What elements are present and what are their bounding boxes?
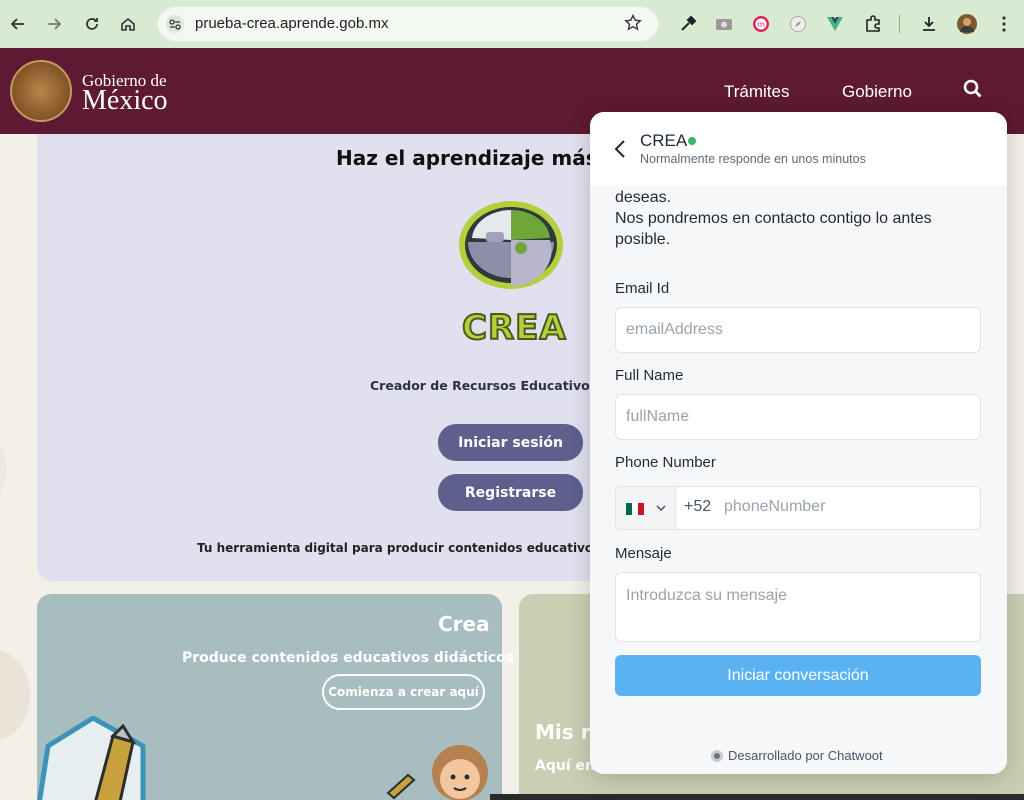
mexico-seal-logo[interactable]	[10, 60, 72, 122]
nav-gobierno[interactable]: Gobierno	[842, 82, 912, 102]
profile-avatar[interactable]	[955, 12, 979, 36]
svg-text:m: m	[757, 20, 765, 29]
email-field[interactable]: emailAddress	[615, 307, 981, 353]
browser-toolbar: prueba-crea.aprende.gob.mx m	[0, 0, 1024, 48]
chevron-down-icon	[656, 505, 666, 512]
mexico-flag-icon	[626, 503, 644, 515]
chat-header: CREA Normalmente responde en unos minuto…	[590, 112, 1007, 186]
hero-title: Haz el aprendizaje más d	[336, 146, 619, 170]
powered-by-text[interactable]: Desarrollado por Chatwoot	[728, 748, 883, 763]
crea-wordmark: CREA	[461, 307, 567, 349]
back-icon[interactable]	[4, 10, 32, 38]
compass-icon[interactable]	[786, 12, 810, 36]
decorative-blob	[0, 440, 6, 500]
bookmark-star-icon[interactable]	[624, 13, 642, 36]
back-chevron-icon[interactable]	[610, 137, 630, 161]
online-status-dot	[688, 137, 696, 145]
register-button[interactable]: Registrarse	[438, 474, 583, 511]
eyedropper-icon[interactable]	[676, 12, 700, 36]
extension-m-icon[interactable]: m	[749, 12, 773, 36]
login-button[interactable]: Iniciar sesión	[438, 424, 583, 461]
fullname-label: Full Name	[615, 367, 684, 384]
mis-card-subtitle: Aquí en	[535, 758, 595, 774]
character-illustration	[386, 745, 488, 800]
home-icon[interactable]	[114, 10, 142, 38]
powered-by[interactable]: Desarrollado por Chatwoot	[711, 748, 883, 763]
url-text[interactable]: prueba-crea.aprende.gob.mx	[195, 15, 388, 32]
brand-big[interactable]: México	[82, 85, 168, 117]
puzzle-icon[interactable]	[861, 12, 885, 36]
phone-label: Phone Number	[615, 454, 716, 471]
intro-line-1: deseas.	[615, 189, 672, 206]
crea-bowl-logo	[459, 201, 563, 289]
reload-icon[interactable]	[78, 10, 106, 38]
chat-response-status: Normalmente responde en unos minutos	[640, 152, 866, 166]
crea-card-title: Crea	[438, 612, 490, 636]
bottom-overlay-strip	[490, 794, 1024, 800]
hero-subtitle: Creador de Recursos Educativos de	[370, 378, 619, 393]
hero-footer-text: Tu herramienta digital para producir con…	[197, 541, 626, 555]
search-icon[interactable]	[962, 78, 984, 100]
crea-card-subtitle: Produce contenidos educativos didácticos	[182, 650, 515, 666]
menu-kebab-icon[interactable]	[992, 12, 1016, 36]
fullname-field[interactable]: fullName	[615, 394, 981, 440]
start-creating-button[interactable]: Comienza a crear aquí	[322, 674, 485, 710]
toolbar-divider	[899, 15, 900, 33]
chatwoot-icon	[711, 749, 723, 762]
chat-widget: CREA Normalmente responde en unos minuto…	[590, 112, 1007, 774]
address-bar[interactable]: prueba-crea.aprende.gob.mx	[158, 7, 658, 41]
site-settings-icon[interactable]	[166, 15, 184, 33]
country-code-select[interactable]	[616, 487, 676, 529]
pencil-hexagon-illustration	[37, 716, 146, 800]
download-icon[interactable]	[917, 12, 941, 36]
phone-input[interactable]: phoneNumber	[724, 498, 825, 516]
forward-icon[interactable]	[40, 10, 68, 38]
phone-field[interactable]: +52 phoneNumber	[615, 486, 981, 530]
email-label: Email Id	[615, 280, 670, 297]
camera-icon[interactable]	[712, 12, 736, 36]
dial-code: +52	[684, 498, 712, 515]
message-textarea[interactable]: Introduzca su mensaje	[615, 572, 981, 642]
message-label: Mensaje	[615, 545, 672, 562]
start-conversation-button[interactable]: Iniciar conversación	[615, 655, 981, 696]
chat-agent-name: CREA	[640, 131, 688, 150]
intro-line-2: Nos pondremos en contacto contigo lo ant…	[615, 210, 932, 248]
nav-tramites[interactable]: Trámites	[724, 82, 790, 102]
vue-icon[interactable]	[823, 12, 847, 36]
chat-intro-text: deseas. Nos pondremos en contacto contig…	[615, 187, 985, 250]
